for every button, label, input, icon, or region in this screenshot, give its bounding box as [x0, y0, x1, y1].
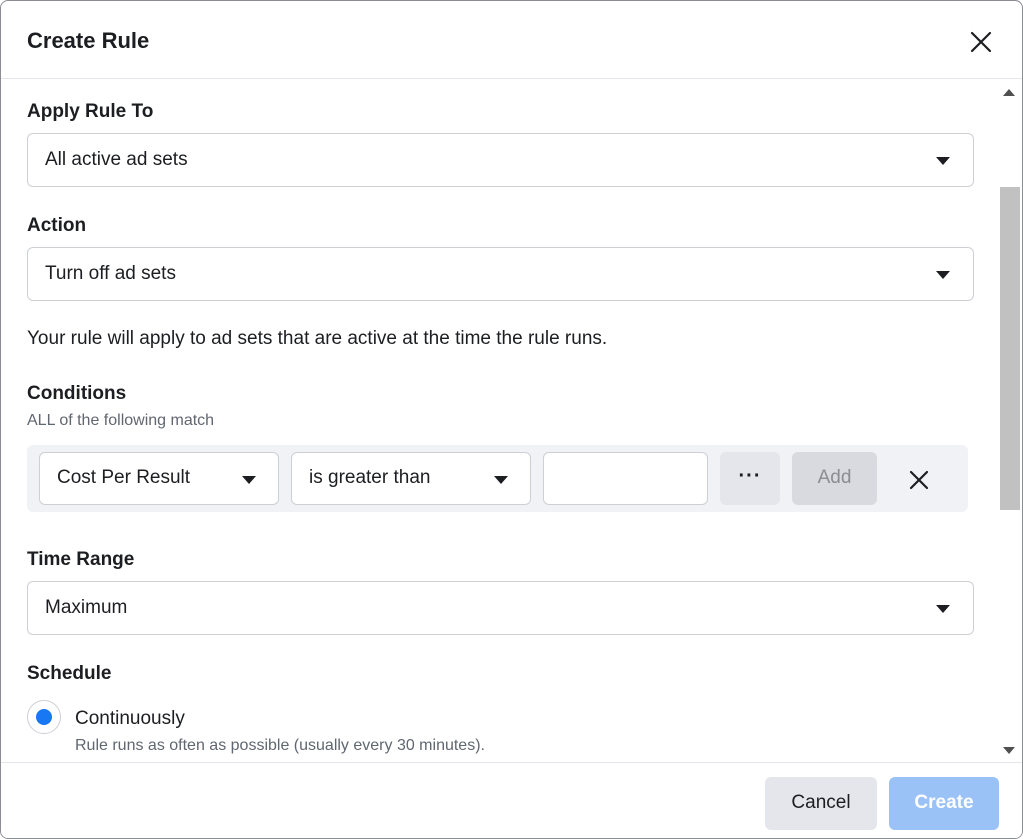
schedule-label: Schedule: [27, 663, 112, 684]
close-icon: [970, 31, 992, 53]
caret-down-icon: [936, 157, 950, 165]
caret-down-icon: [936, 271, 950, 279]
add-button-label: Add: [817, 467, 852, 488]
more-horizontal-icon: ···: [738, 465, 762, 487]
conditions-sublabel: ALL of the following match: [27, 412, 215, 429]
dialog-footer: Cancel Create: [1, 762, 1022, 838]
close-dialog-button[interactable]: [967, 28, 995, 56]
scroll-down-arrow-icon[interactable]: [1003, 747, 1015, 754]
condition-add-button[interactable]: Add: [792, 452, 877, 505]
scrollbar-thumb[interactable]: [1000, 187, 1020, 510]
time-range-label: Time Range: [27, 549, 135, 570]
caret-down-icon: [242, 476, 256, 484]
cancel-button[interactable]: Cancel: [765, 777, 877, 830]
create-button[interactable]: Create: [889, 777, 999, 830]
radio-selected-dot: [36, 709, 52, 725]
apply-rule-to-value: All active ad sets: [45, 149, 188, 170]
body-scrollbar[interactable]: [998, 80, 1022, 762]
time-range-select[interactable]: Maximum: [27, 581, 974, 635]
condition-metric-select[interactable]: Cost Per Result: [39, 452, 279, 505]
condition-value-input[interactable]: [543, 452, 708, 505]
remove-condition-button[interactable]: [905, 466, 933, 494]
action-label: Action: [27, 215, 87, 236]
schedule-continuously-label[interactable]: Continuously: [75, 708, 185, 730]
scroll-up-arrow-icon[interactable]: [1003, 89, 1015, 96]
condition-operator-select[interactable]: is greater than: [291, 452, 531, 505]
condition-row: Cost Per Result is greater than ··· Add: [27, 445, 968, 512]
close-icon: [909, 470, 929, 490]
dialog-title: Create Rule: [27, 28, 150, 53]
create-rule-dialog: Create Rule Apply Rule To All active ad …: [0, 0, 1023, 839]
caret-down-icon: [936, 605, 950, 613]
dialog-body: Apply Rule To All active ad sets Action …: [1, 80, 997, 762]
condition-metric-value: Cost Per Result: [57, 467, 191, 488]
caret-down-icon: [494, 476, 508, 484]
dialog-header: Create Rule: [1, 1, 1022, 79]
rule-info-text: Your rule will apply to ad sets that are…: [27, 328, 608, 349]
schedule-continuously-radio[interactable]: [27, 700, 61, 734]
apply-rule-to-label: Apply Rule To: [27, 101, 154, 122]
conditions-label: Conditions: [27, 383, 127, 404]
condition-operator-value: is greater than: [309, 467, 431, 488]
time-range-value: Maximum: [45, 597, 128, 618]
action-select[interactable]: Turn off ad sets: [27, 247, 974, 301]
create-button-label: Create: [914, 792, 974, 813]
condition-more-button[interactable]: ···: [720, 452, 780, 505]
schedule-continuously-description: Rule runs as often as possible (usually …: [75, 737, 485, 754]
action-value: Turn off ad sets: [45, 263, 176, 284]
apply-rule-to-select[interactable]: All active ad sets: [27, 133, 974, 187]
cancel-button-label: Cancel: [791, 792, 851, 813]
